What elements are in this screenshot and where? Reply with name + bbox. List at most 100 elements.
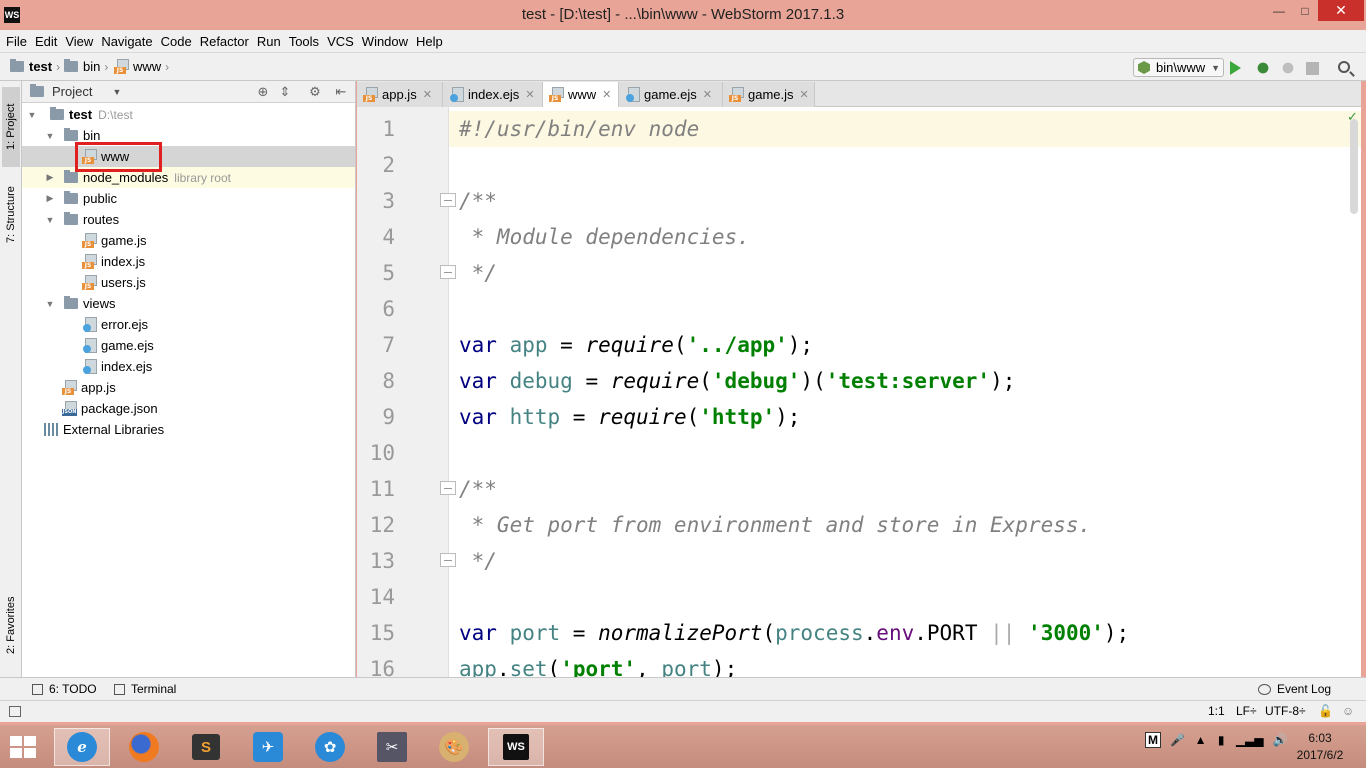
sublime-icon: S <box>192 734 220 760</box>
menu-window[interactable]: Window <box>358 34 412 49</box>
tab-www[interactable]: www ✕ <box>543 82 619 107</box>
tree-item-root[interactable]: ▼ test D:\test <box>22 104 355 125</box>
folder-icon <box>64 128 78 141</box>
tree-item-routes[interactable]: ▼ routes <box>22 209 355 230</box>
maximize-button[interactable]: □ <box>1292 0 1318 21</box>
tool-tab-terminal[interactable]: Terminal <box>114 682 176 696</box>
tree-item-error-ejs[interactable]: error.ejs <box>22 314 355 335</box>
menu-navigate[interactable]: Navigate <box>97 34 156 49</box>
menu-file[interactable]: File <box>2 34 31 49</box>
line-number: 13 <box>369 549 395 573</box>
volume-icon[interactable]: 🔊 <box>1273 733 1288 747</box>
tool-tab-todo[interactable]: 6: TODO <box>32 682 97 696</box>
run-configuration-select[interactable]: bin\www ▼ <box>1133 58 1224 77</box>
taskbar-sublime[interactable]: S <box>178 728 234 766</box>
close-tab-icon[interactable]: ✕ <box>525 88 534 101</box>
editor-scrollbar[interactable] <box>1350 119 1358 214</box>
menu-code[interactable]: Code <box>157 34 196 49</box>
code-line-15: var port = normalizePort(process.env.POR… <box>459 621 1130 645</box>
menu-edit[interactable]: Edit <box>31 34 61 49</box>
clock[interactable]: 6:03 2017/6/2 <box>1290 730 1350 764</box>
left-tool-strip: 1: Project 7: Structure 2: Favorites <box>0 81 22 677</box>
menu-tools[interactable]: Tools <box>285 34 323 49</box>
close-tab-icon[interactable]: ✕ <box>423 88 432 101</box>
tree-item-views[interactable]: ▼ views <box>22 293 355 314</box>
microphone-icon[interactable]: 🎤 <box>1170 733 1185 747</box>
tab-index-ejs[interactable]: index.ejs ✕ <box>443 82 543 107</box>
tree-item-external-libraries[interactable]: External Libraries <box>22 419 355 440</box>
tool-windows-toggle-icon[interactable] <box>9 706 21 717</box>
tree-item-index-js[interactable]: index.js <box>22 251 355 272</box>
debug-icon[interactable] <box>1255 60 1271 76</box>
tree-item-www[interactable]: www <box>22 146 355 167</box>
search-icon[interactable] <box>1338 61 1350 73</box>
inspector-icon[interactable]: ☺ <box>1342 704 1354 718</box>
tab-app-js[interactable]: app.js ✕ <box>357 82 443 107</box>
locate-icon[interactable]: ⊕ <box>256 85 270 99</box>
tool-tab-project[interactable]: 1: Project <box>2 87 20 167</box>
taskbar-webstorm[interactable]: WS <box>488 728 544 766</box>
code-line-11: /** <box>459 477 497 501</box>
tool-tab-favorites[interactable]: 2: Favorites <box>2 585 20 665</box>
tab-game-js[interactable]: game.js ✕ <box>723 82 815 107</box>
chevron-down-icon[interactable]: ▼ <box>112 87 121 97</box>
run-icon[interactable] <box>1230 61 1241 75</box>
gear-icon[interactable]: ⚙ <box>308 85 322 99</box>
coverage-icon[interactable] <box>1280 60 1296 76</box>
tab-game-ejs[interactable]: game.ejs ✕ <box>619 82 723 107</box>
fold-toggle-icon[interactable] <box>440 553 456 567</box>
event-log-icon <box>1258 683 1271 695</box>
tree-item-index-ejs[interactable]: index.ejs <box>22 356 355 377</box>
network-icon[interactable]: ▁▃▅ <box>1236 733 1264 747</box>
file-encoding[interactable]: UTF-8÷ <box>1265 704 1306 718</box>
windows-start-icon[interactable] <box>10 736 38 758</box>
tree-item-label: views <box>83 296 116 311</box>
fold-toggle-icon[interactable] <box>440 193 456 207</box>
fold-toggle-icon[interactable] <box>440 265 456 279</box>
hide-panel-icon[interactable]: ⇤ <box>334 85 348 99</box>
code-editor[interactable]: 1 2 3 4 5 6 7 8 9 10 11 12 13 14 15 16 #… <box>357 107 1361 677</box>
tree-item-bin[interactable]: ▼ bin <box>22 125 355 146</box>
collapse-all-icon[interactable]: ⇕ <box>278 85 292 99</box>
tree-item-path: D:\test <box>98 107 133 122</box>
taskbar-firefox[interactable] <box>116 728 172 766</box>
tool-tab-structure[interactable]: 7: Structure <box>2 175 20 255</box>
stop-icon[interactable] <box>1306 62 1319 75</box>
menu-run[interactable]: Run <box>253 34 285 49</box>
fold-toggle-icon[interactable] <box>440 481 456 495</box>
line-separator[interactable]: LF÷ <box>1236 704 1257 718</box>
tool-tab-event-log[interactable]: Event Log <box>1258 682 1331 696</box>
close-tab-icon[interactable]: ✕ <box>800 88 809 101</box>
taskbar-messenger[interactable]: ✈ <box>240 728 296 766</box>
tree-item-app-js[interactable]: app.js <box>22 377 355 398</box>
project-view-label[interactable]: Project <box>52 84 92 99</box>
close-button[interactable]: ✕ <box>1318 0 1364 21</box>
breadcrumb-bin[interactable]: bin › <box>64 59 108 74</box>
taskbar-snipping-tool[interactable]: ✂ <box>364 728 420 766</box>
minimize-button[interactable]: — <box>1266 0 1292 21</box>
chevron-up-icon[interactable]: ▲ <box>1195 733 1207 747</box>
tree-item-package-json[interactable]: package.json <box>22 398 355 419</box>
battery-icon[interactable]: ▮ <box>1218 733 1225 747</box>
tree-item-game-js[interactable]: game.js <box>22 230 355 251</box>
tree-item-game-ejs[interactable]: game.ejs <box>22 335 355 356</box>
breadcrumb-www[interactable]: www › <box>114 59 169 74</box>
lock-icon[interactable]: 🔓 <box>1318 704 1333 718</box>
tree-item-users-js[interactable]: users.js <box>22 272 355 293</box>
close-tab-icon[interactable]: ✕ <box>602 88 611 101</box>
taskbar-internet-explorer[interactable]: e <box>54 728 110 766</box>
menu-view[interactable]: View <box>61 34 97 49</box>
breadcrumb-test[interactable]: test › <box>10 59 60 74</box>
menu-refactor[interactable]: Refactor <box>196 34 253 49</box>
tree-item-public[interactable]: ▶ public <box>22 188 355 209</box>
tab-label: game.ejs <box>644 87 697 102</box>
tree-item-node-modules[interactable]: ▶ node_modules library root <box>22 167 355 188</box>
close-tab-icon[interactable]: ✕ <box>703 88 712 101</box>
input-method-icon[interactable]: M <box>1145 732 1161 748</box>
line-number: 4 <box>382 225 395 249</box>
caret-position[interactable]: 1:1 <box>1208 704 1225 718</box>
menu-vcs[interactable]: VCS <box>323 34 358 49</box>
menu-help[interactable]: Help <box>412 34 447 49</box>
taskbar-cloud[interactable]: ✿ <box>302 728 358 766</box>
taskbar-paint[interactable]: 🎨 <box>426 728 482 766</box>
